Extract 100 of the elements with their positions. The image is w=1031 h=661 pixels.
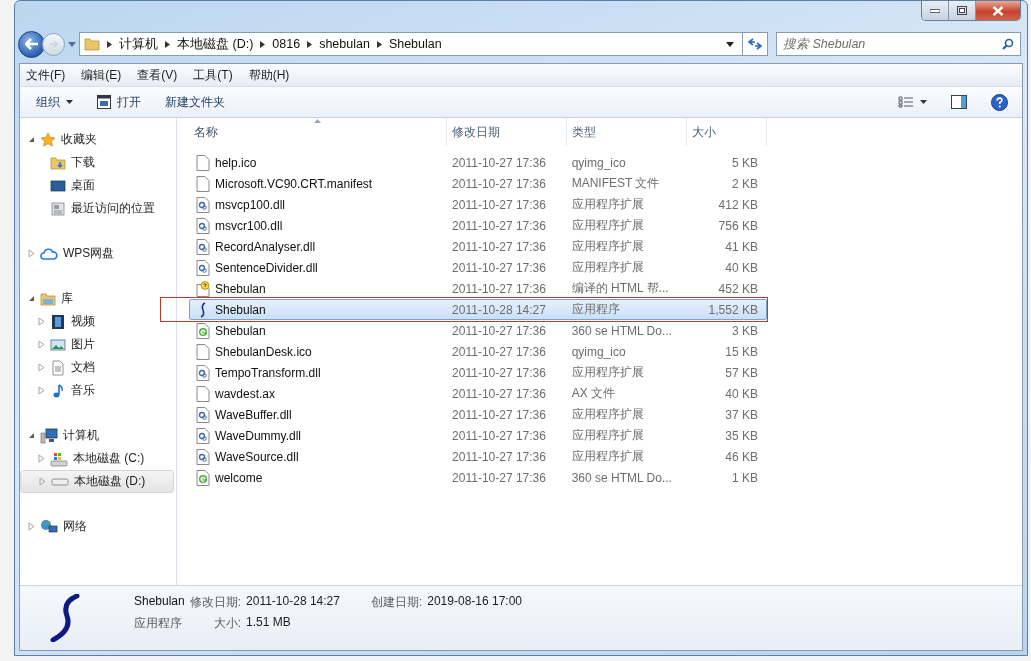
sidebar-item[interactable]: 计算机 bbox=[20, 424, 174, 447]
search-field[interactable]: 搜索 Shebulan bbox=[776, 32, 1021, 56]
column-header[interactable]: 大小 bbox=[687, 118, 767, 146]
collapsed-arrow-icon[interactable] bbox=[38, 363, 45, 372]
window-icon bbox=[97, 95, 111, 109]
menu-item[interactable]: 查看(V) bbox=[137, 66, 178, 84]
file-row[interactable]: Shebulan 2011-10-27 17:36 360 se HTML Do... 3 KB bbox=[189, 320, 767, 341]
type-cell-text: 应用程序 bbox=[570, 301, 621, 318]
file-name: WaveSource.dll bbox=[215, 449, 299, 464]
refresh-button[interactable] bbox=[742, 32, 768, 56]
file-row[interactable]: help.ico 2011-10-27 17:36 qyimg_ico 5 KB bbox=[189, 152, 767, 173]
gear-file-icon bbox=[196, 364, 210, 381]
type-cell-text: qyimg_ico bbox=[570, 155, 627, 170]
address-bar[interactable]: 计算机 本地磁盘 (D:) 0816 shebulan Shebulan bbox=[79, 32, 742, 56]
breadcrumb-item[interactable]: 0816 bbox=[272, 37, 301, 51]
close-icon bbox=[992, 5, 1004, 16]
size-cell-text: 1,552 KB bbox=[707, 302, 759, 317]
toolbar-button[interactable]: 新建文件夹 bbox=[157, 90, 233, 114]
sidebar-item[interactable]: 网络 bbox=[20, 515, 174, 538]
menu-item[interactable]: 编辑(E) bbox=[81, 66, 122, 84]
file-row[interactable]: Shebulan 2011-10-27 17:36 编译的 HTML 帮... 452 KB bbox=[189, 278, 767, 299]
file-row[interactable]: RecordAnalyser.dll 2011-10-27 17:36 应用程序扩展 41 KB bbox=[189, 236, 767, 257]
sidebar-item[interactable]: 收藏夹 bbox=[20, 128, 174, 151]
system-drive-icon bbox=[50, 450, 68, 467]
column-header[interactable]: 名称 bbox=[189, 118, 447, 146]
column-header[interactable]: 修改日期 bbox=[447, 118, 567, 146]
close-button[interactable] bbox=[976, 1, 1020, 20]
size-cell-text: 1 KB bbox=[730, 470, 759, 485]
file-name: WaveBuffer.dll bbox=[215, 407, 292, 422]
breadcrumb-item[interactable]: Shebulan bbox=[388, 37, 442, 51]
collapsed-arrow-icon[interactable] bbox=[38, 454, 45, 463]
breadcrumb-item[interactable]: 计算机 bbox=[119, 35, 158, 53]
back-button[interactable] bbox=[18, 30, 45, 58]
sidebar-item[interactable]: 音乐 bbox=[20, 379, 174, 402]
web-file-icon bbox=[196, 322, 210, 339]
sidebar-item[interactable]: 本地磁盘 (C:) bbox=[20, 447, 174, 470]
sidebar-item[interactable]: WPS网盘 bbox=[20, 242, 174, 265]
refresh-icon bbox=[748, 38, 762, 50]
detail-value: 1.51 MB bbox=[246, 615, 292, 631]
sidebar-item[interactable]: 最近访问的位置 bbox=[20, 197, 174, 220]
file-row[interactable]: WaveBuffer.dll 2011-10-27 17:36 应用程序扩展 37 KB bbox=[189, 404, 767, 425]
toolbar-button[interactable]: 打开 bbox=[89, 90, 149, 114]
type-cell-text: 360 se HTML Do... bbox=[570, 470, 673, 485]
breadcrumb-item[interactable]: shebulan bbox=[319, 37, 370, 51]
file-name: Shebulan bbox=[134, 594, 185, 610]
file-row[interactable]: Shebulan 2011-10-28 14:27 应用程序 1,552 KB bbox=[189, 299, 767, 320]
picture-icon bbox=[50, 336, 66, 353]
menu-item[interactable]: 工具(T) bbox=[193, 66, 233, 84]
file-row[interactable]: msvcr100.dll 2011-10-27 17:36 应用程序扩展 756 KB bbox=[189, 215, 767, 236]
sidebar-item[interactable]: 库 bbox=[20, 287, 174, 310]
type-cell-text: MANIFEST 文件 bbox=[570, 175, 661, 192]
type-cell-text: AX 文件 bbox=[570, 385, 616, 402]
sidebar-item[interactable]: 文档 bbox=[20, 356, 174, 379]
collapsed-arrow-icon[interactable] bbox=[38, 340, 45, 349]
gear-file-icon bbox=[196, 259, 210, 276]
sidebar-item[interactable]: 桌面 bbox=[20, 174, 174, 197]
computer-icon bbox=[40, 427, 58, 444]
recent-pages-button[interactable] bbox=[65, 41, 79, 47]
date-cell-text: 2011-10-27 17:36 bbox=[451, 281, 547, 296]
collapsed-arrow-icon[interactable] bbox=[28, 249, 35, 258]
file-row[interactable]: Microsoft.VC90.CRT.manifest 2011-10-27 17:36 MANIFEST 文件 2 KB bbox=[189, 173, 767, 194]
recent-places-icon bbox=[50, 200, 66, 217]
blank-file-icon bbox=[196, 343, 210, 360]
file-row[interactable]: SentenceDivider.dll 2011-10-27 17:36 应用程序扩展 40 KB bbox=[189, 257, 767, 278]
sidebar-item[interactable]: 图片 bbox=[20, 333, 174, 356]
collapsed-arrow-icon[interactable] bbox=[39, 477, 46, 486]
menu-item[interactable]: 帮助(H) bbox=[248, 66, 290, 84]
collapsed-arrow-icon[interactable] bbox=[38, 386, 45, 395]
file-name: msvcr100.dll bbox=[215, 218, 283, 233]
expanded-arrow-icon[interactable] bbox=[28, 136, 35, 143]
file-row[interactable]: welcome 2011-10-27 17:36 360 se HTML Do... 1 KB bbox=[189, 467, 767, 488]
date-cell-text: 2011-10-28 14:27 bbox=[451, 302, 547, 317]
size-cell-text: 40 KB bbox=[724, 386, 759, 401]
expanded-arrow-icon[interactable] bbox=[28, 432, 35, 439]
date-cell-text: 2011-10-27 17:36 bbox=[451, 218, 547, 233]
blank-file-icon bbox=[196, 385, 210, 402]
maximize-button[interactable] bbox=[949, 1, 976, 20]
type-cell-text: 应用程序扩展 bbox=[570, 427, 645, 444]
toolbar-button[interactable]: 组织 bbox=[28, 90, 81, 114]
menu-item[interactable]: 文件(F) bbox=[26, 66, 66, 84]
breadcrumb-item[interactable]: 本地磁盘 (D:) bbox=[177, 35, 254, 53]
sidebar-item[interactable]: 本地磁盘 (D:) bbox=[20, 470, 174, 493]
file-row[interactable]: WaveSource.dll 2011-10-27 17:36 应用程序扩展 46 KB bbox=[189, 446, 767, 467]
file-row[interactable]: wavdest.ax 2011-10-27 17:36 AX 文件 40 KB bbox=[189, 383, 767, 404]
type-cell-text: 应用程序扩展 bbox=[570, 196, 645, 213]
collapsed-arrow-icon[interactable] bbox=[38, 317, 45, 326]
file-row[interactable]: TempoTransform.dll 2011-10-27 17:36 应用程序扩展 57 KB bbox=[189, 362, 767, 383]
expanded-arrow-icon[interactable] bbox=[28, 295, 35, 302]
collapsed-arrow-icon[interactable] bbox=[28, 522, 35, 531]
date-cell-text: 2011-10-27 17:36 bbox=[451, 260, 547, 275]
size-cell-text: 756 KB bbox=[717, 218, 759, 233]
file-row[interactable]: msvcp100.dll 2011-10-27 17:36 应用程序扩展 412 KB bbox=[189, 194, 767, 215]
minimize-button[interactable] bbox=[922, 1, 949, 20]
caret-icon bbox=[920, 100, 927, 104]
sidebar-item[interactable]: 视频 bbox=[20, 310, 174, 333]
column-header[interactable]: 类型 bbox=[567, 118, 687, 146]
file-row[interactable]: ShebulanDesk.ico 2011-10-27 17:36 qyimg_ico 15 KB bbox=[189, 341, 767, 362]
file-row[interactable]: WaveDummy.dll 2011-10-27 17:36 应用程序扩展 35 KB bbox=[189, 425, 767, 446]
date-cell-text: 2011-10-27 17:36 bbox=[451, 386, 547, 401]
sidebar-item[interactable]: 下载 bbox=[20, 151, 174, 174]
